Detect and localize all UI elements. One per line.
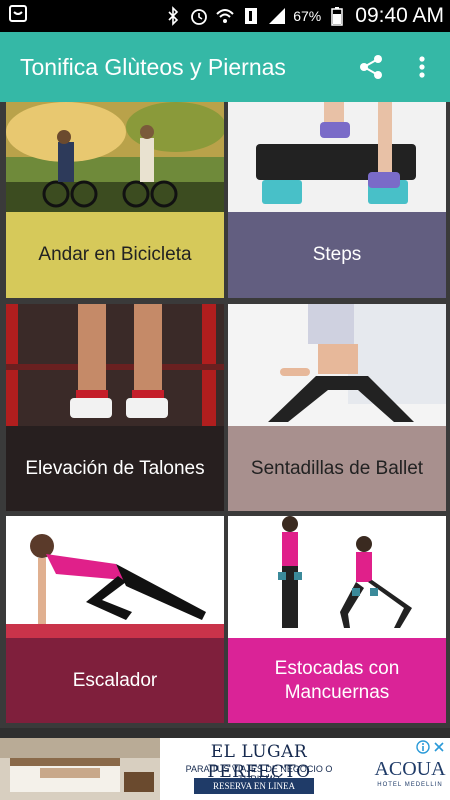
share-icon[interactable]: [356, 52, 386, 82]
exercise-card-sentadillas-ballet[interactable]: Sentadillas de Ballet: [228, 304, 446, 511]
ad-hotel-photo: [0, 738, 160, 800]
ad-brand-logo: ACOUA: [374, 758, 446, 780]
exercise-label: Steps: [228, 212, 446, 298]
exercise-photo-estocadas-mancuernas: [228, 516, 446, 638]
sim-icon: [245, 8, 258, 24]
exercise-photo-elevacion-talones: [6, 304, 224, 426]
ad-info-icon[interactable]: [416, 740, 430, 754]
ad-close-icon[interactable]: [432, 740, 446, 754]
exercise-label: Sentadillas de Ballet: [228, 426, 446, 511]
alarm-icon: [191, 9, 208, 25]
ad-brand-subtitle: HOTEL MEDELLIN: [377, 782, 443, 788]
ad-banner[interactable]: EL LUGAR PERFECTO PARA TUS VIAJES DE NEG…: [0, 738, 450, 800]
app-title: Tonifica Glùteos y Piernas: [20, 54, 286, 80]
exercise-photo-steps: [228, 102, 446, 212]
exercise-label: Estocadas con Mancuernas: [228, 638, 446, 723]
exercise-label: Escalador: [6, 638, 224, 723]
status-bar: 67% 09:40 AM: [0, 0, 450, 32]
battery-icon: [331, 7, 344, 26]
exercise-grid: Andar en Bicicleta Steps Elevación de Ta…: [0, 102, 450, 728]
exercise-label: Elevación de Talones: [6, 426, 224, 511]
exercise-card-steps[interactable]: Steps: [228, 102, 446, 298]
exercise-card-bicicleta[interactable]: Andar en Bicicleta: [6, 102, 224, 298]
ad-cta-button[interactable]: RESERVA EN LINEA: [194, 778, 314, 794]
app-bar: Tonifica Glùteos y Piernas: [0, 32, 450, 102]
signal-icon: [269, 8, 286, 24]
exercise-photo-sentadillas-ballet: [228, 304, 446, 426]
notification-icon: [9, 5, 27, 22]
bluetooth-icon: [168, 6, 179, 26]
battery-percent: 67%: [293, 8, 322, 24]
wifi-icon: [216, 9, 234, 23]
exercise-photo-escalador: [6, 516, 224, 638]
exercise-card-escalador[interactable]: Escalador: [6, 516, 224, 723]
exercise-card-elevacion-talones[interactable]: Elevación de Talones: [6, 304, 224, 511]
overflow-menu-icon[interactable]: [412, 52, 432, 82]
exercise-card-estocadas-mancuernas[interactable]: Estocadas con Mancuernas: [228, 516, 446, 723]
exercise-photo-bicicleta: [6, 102, 224, 212]
clock: 09:40 AM: [355, 4, 444, 27]
exercise-label: Andar en Bicicleta: [6, 212, 224, 298]
